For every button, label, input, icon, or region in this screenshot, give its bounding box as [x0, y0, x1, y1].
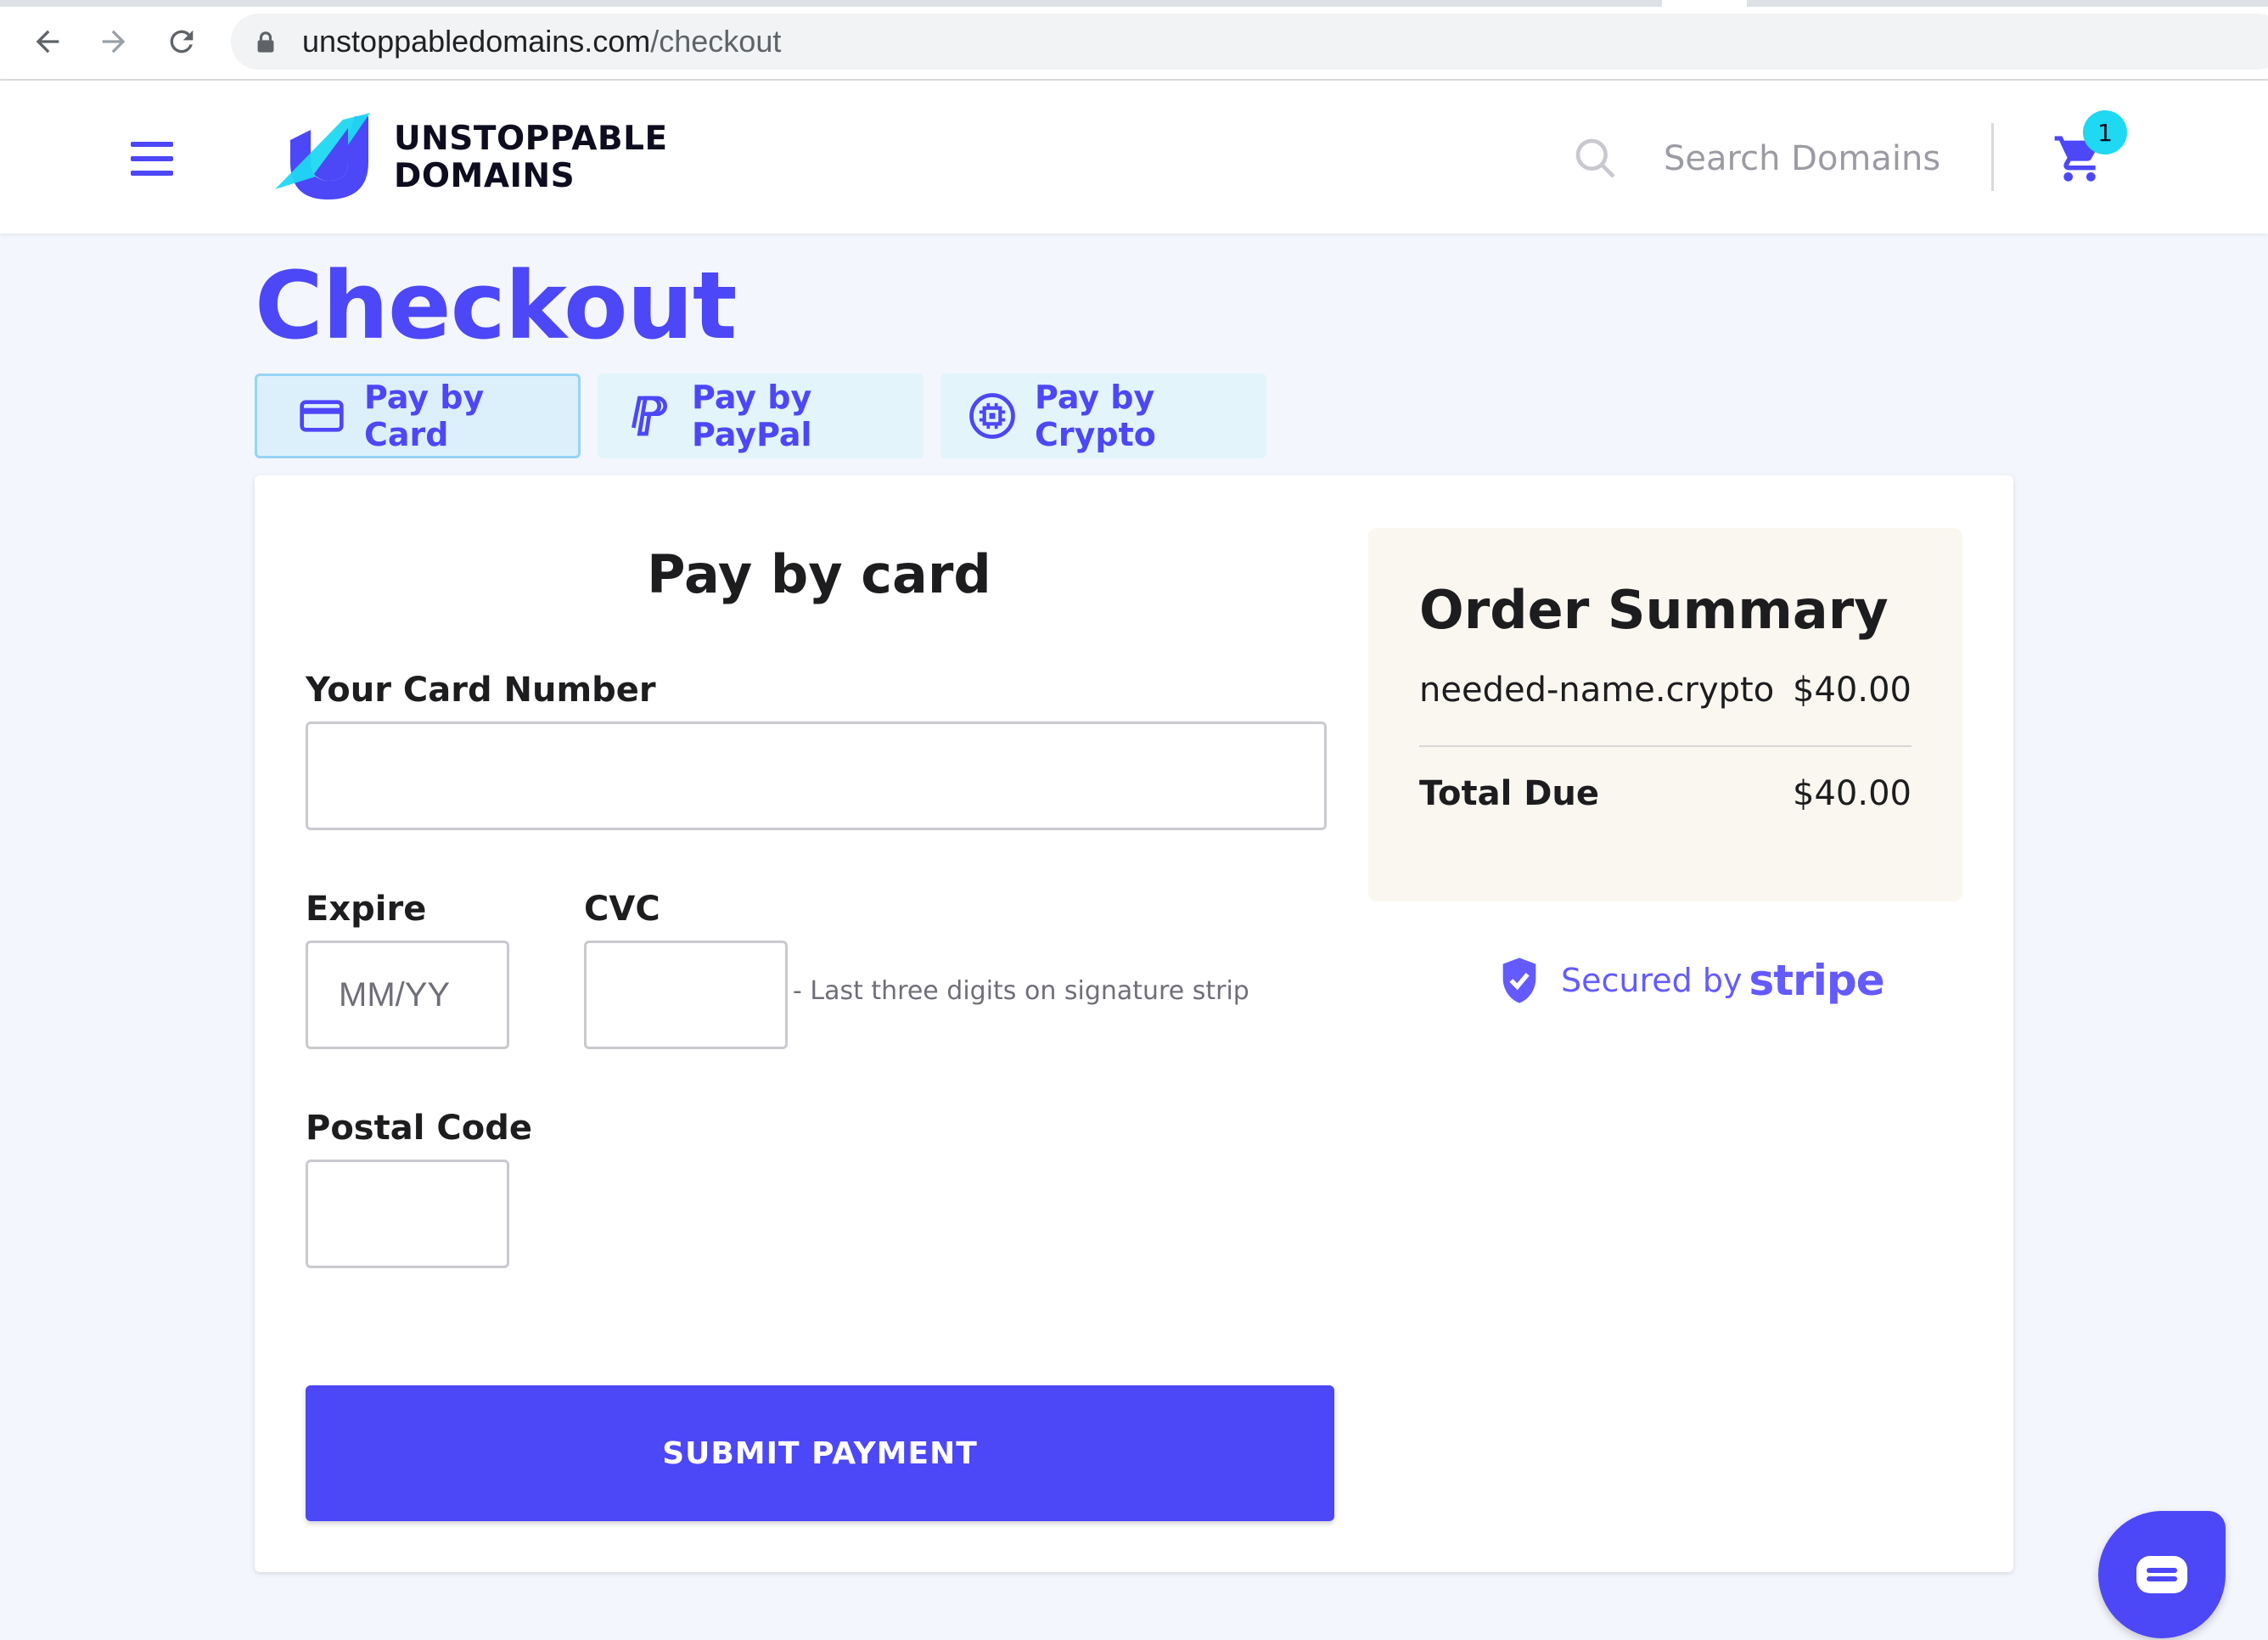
order-line-item: needed-name.crypto $40.00	[1419, 671, 1912, 710]
tab-label: Pay by Crypto	[1035, 379, 1156, 453]
chat-icon	[2136, 1556, 2187, 1593]
total-label: Total Due	[1419, 774, 1600, 813]
search-icon	[1575, 138, 1615, 178]
lock-icon	[256, 28, 280, 55]
order-summary-title: Order Summary	[1419, 579, 1889, 641]
item-name: needed-name.crypto	[1419, 671, 1775, 710]
card-number-label: Your Card Number	[306, 671, 656, 710]
address-bar[interactable]: unstoppabledomains.com/checkout	[231, 14, 2268, 70]
url-path: /checkout	[650, 24, 782, 59]
crypto-chip-icon	[968, 392, 1016, 440]
tab-label: Pay by PayPal	[692, 379, 812, 453]
expire-input[interactable]: MM/YY	[306, 941, 509, 1049]
url-domain: unstoppabledomains.com	[302, 24, 651, 59]
tab-label: Pay by Card	[364, 379, 485, 453]
tab-strip	[0, 0, 2268, 7]
cvc-label: CVC	[584, 890, 660, 929]
logo[interactable]: UNSTOPPABLE DOMAINS	[270, 111, 668, 205]
cart-count-badge: 1	[2083, 110, 2127, 154]
reload-icon	[170, 30, 194, 53]
logo-text: UNSTOPPABLE DOMAINS	[394, 121, 668, 195]
paypal-icon	[626, 392, 673, 440]
tab-pay-by-crypto[interactable]: Pay by Crypto	[940, 373, 1266, 458]
arrow-right-icon	[102, 30, 126, 53]
page-title: Checkout	[255, 251, 738, 360]
search-input[interactable]: Search Domains	[1664, 139, 1940, 178]
chat-widget-button[interactable]	[2098, 1511, 2226, 1638]
logo-line-1: UNSTOPPABLE	[394, 120, 668, 158]
secured-by-stripe-badge: Secured by stripe	[1498, 951, 1885, 1010]
cvc-hint: - Last three digits on signature strip	[793, 976, 1249, 1006]
item-price: $40.00	[1793, 671, 1912, 710]
url-text: unstoppabledomains.com/checkout	[302, 24, 781, 59]
postal-code-input[interactable]	[306, 1160, 509, 1268]
submit-payment-button[interactable]: SUBMIT PAYMENT	[306, 1385, 1334, 1521]
header-divider	[1991, 123, 1994, 191]
credit-card-icon	[298, 392, 345, 440]
logo-line-2: DOMAINS	[394, 157, 575, 195]
arrow-left-icon	[36, 30, 59, 53]
tab-pay-by-paypal[interactable]: Pay by PayPal	[598, 373, 923, 458]
secured-by-text: Secured by	[1561, 962, 1743, 999]
order-summary: Order Summary needed-name.crypto $40.00 …	[1368, 528, 1962, 901]
payment-card-panel: Pay by card Your Card Number Expire MM/Y…	[255, 475, 2013, 1572]
browser-toolbar: unstoppabledomains.com/checkout	[0, 0, 2268, 81]
tab-pay-by-card[interactable]: Pay by Card	[255, 373, 581, 458]
payment-method-tabs: Pay by Card Pay by PayPal Pay by Crypto	[255, 373, 1283, 458]
form-title: Pay by card	[647, 543, 991, 605]
total-amount: $40.00	[1793, 774, 1912, 813]
site-header: UNSTOPPABLE DOMAINS Search Domains	[0, 81, 2268, 233]
order-total-row: Total Due $40.00	[1419, 774, 1912, 813]
cvc-input[interactable]	[584, 941, 788, 1049]
search-box[interactable]: Search Domains	[1572, 133, 1940, 184]
back-button[interactable]	[22, 20, 73, 63]
summary-divider	[1419, 745, 1912, 747]
forward-button[interactable]	[88, 20, 139, 63]
stripe-wordmark: stripe	[1749, 956, 1884, 1005]
unstoppable-logo-icon	[275, 113, 370, 199]
reload-button[interactable]	[156, 20, 207, 63]
shield-check-icon	[1502, 958, 1536, 1003]
card-number-input[interactable]	[306, 722, 1327, 830]
expire-label: Expire	[306, 890, 427, 929]
postal-code-label: Postal Code	[306, 1109, 532, 1148]
menu-icon[interactable]	[131, 142, 173, 176]
